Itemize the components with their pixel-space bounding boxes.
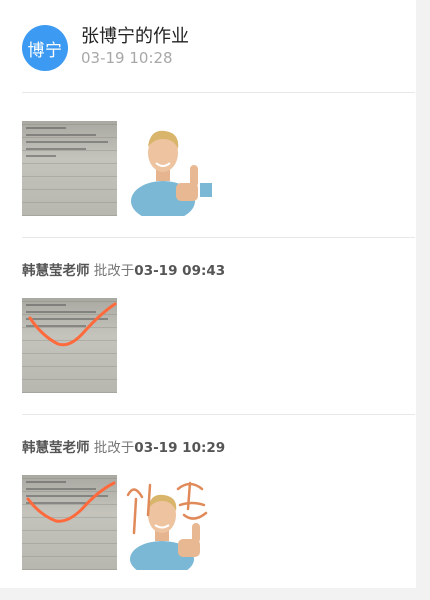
homework-card: 博宁 张博宁的作业 03-19 10:28 韩慧莹老师 批改于03-19 09:… [0, 0, 416, 588]
review-time: 03-19 10:29 [134, 440, 226, 456]
divider [22, 237, 415, 238]
teacher-name: 韩慧莹老师 [22, 440, 90, 456]
submitted-time: 03-19 10:28 [81, 49, 173, 67]
homework-title: 张博宁的作业 [81, 26, 189, 47]
divider [22, 92, 415, 93]
divider [22, 414, 415, 415]
thumbs-up-icon [131, 130, 212, 216]
graded-photo[interactable] [22, 298, 117, 393]
graded-photo[interactable] [22, 475, 117, 570]
review-verb: 批改于 [93, 440, 135, 456]
thumbs-up-sticker[interactable] [130, 121, 225, 216]
teacher-name: 韩慧莹老师 [22, 263, 90, 279]
check-mark-icon [26, 481, 116, 523]
excellent-sticker[interactable] [120, 475, 225, 570]
check-mark-icon [28, 302, 117, 347]
review-time: 03-19 09:43 [134, 263, 226, 279]
review-header: 韩慧莹老师 批改于03-19 09:43 [22, 259, 225, 279]
avatar[interactable]: 博宁 [22, 25, 68, 71]
review-header: 韩慧莹老师 批改于03-19 10:29 [22, 436, 225, 456]
homework-photo[interactable] [22, 121, 117, 216]
avatar-text: 博宁 [27, 40, 63, 61]
review-verb: 批改于 [93, 263, 135, 279]
thumbs-up-icon [126, 481, 208, 570]
